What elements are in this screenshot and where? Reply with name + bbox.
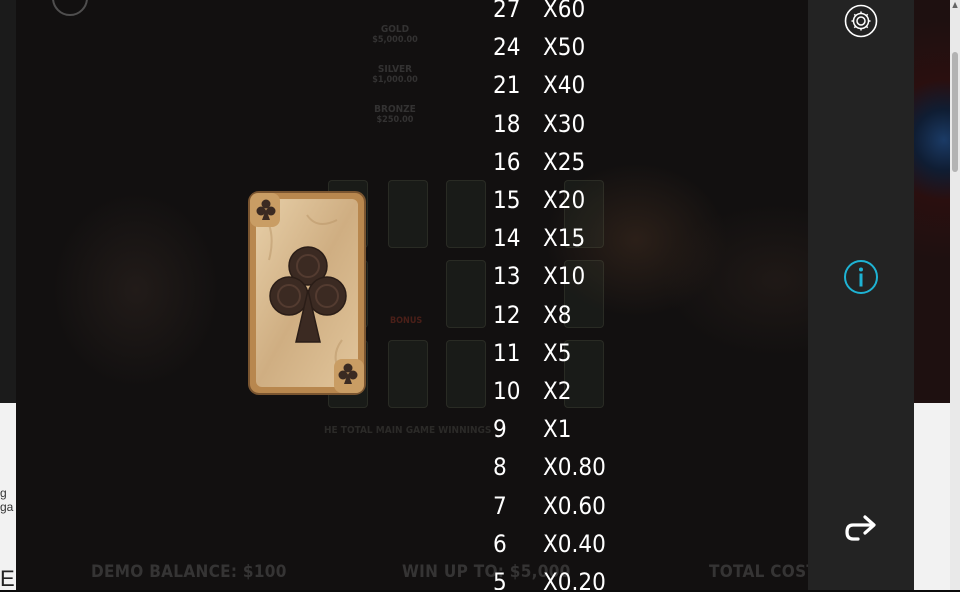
- symbol-count: 21: [493, 71, 521, 100]
- paytable-row: 11 X5: [493, 334, 572, 372]
- symbol-count: 6: [493, 529, 507, 558]
- reel-card: [388, 180, 428, 248]
- payout-multiplier: X60: [543, 0, 586, 23]
- payout-multiplier: X2: [543, 377, 572, 405]
- payout-multiplier: X1: [543, 415, 572, 444]
- payout-multiplier: X0.60: [543, 491, 606, 520]
- symbol-count: 13: [493, 262, 521, 291]
- demo-balance: DEMO BALANCE: $100: [91, 562, 287, 582]
- prize-silver: SILVER $1,000.00: [360, 64, 430, 85]
- paytable-row: 6 X0.40: [493, 525, 606, 563]
- bonus-label: BONUS: [390, 316, 423, 326]
- symbol-count: 12: [493, 300, 521, 329]
- symbol-count: 5: [493, 568, 507, 590]
- symbol-count: 24: [493, 33, 521, 62]
- control-strip: [808, 0, 914, 590]
- symbol-count: 8: [493, 453, 507, 482]
- page-background-left: g ga E: [0, 0, 16, 591]
- page-scrollbar[interactable]: ▲: [950, 0, 960, 590]
- reel-card: [446, 340, 486, 408]
- page-partial-text: g ga: [0, 486, 14, 514]
- payout-multiplier: X25: [543, 147, 586, 176]
- return-arrow-icon[interactable]: [844, 512, 878, 548]
- prize-value: $1,000.00: [372, 75, 418, 85]
- payout-multiplier: X0.80: [543, 453, 606, 482]
- paytable-row: 7 X0.60: [493, 487, 606, 525]
- paytable-row: 18 X30: [493, 105, 585, 143]
- paytable-row: 24 X50: [493, 28, 585, 66]
- club-card-symbol: [247, 190, 367, 396]
- payout-multiplier: X10: [543, 262, 586, 291]
- symbol-count: 9: [493, 415, 507, 444]
- paytable-row: 10 X2: [493, 372, 572, 410]
- prize-name: BRONZE: [374, 104, 416, 115]
- paytable-row: 12 X8: [493, 296, 572, 334]
- symbol-count: 7: [493, 491, 507, 520]
- symbol-count: 14: [493, 224, 521, 253]
- gear-icon[interactable]: [844, 4, 878, 38]
- symbol-count: 27: [493, 0, 521, 23]
- reel-card: [446, 180, 486, 248]
- paytable-row: 21 X40: [493, 66, 585, 104]
- symbol-count: 11: [493, 338, 521, 367]
- scroll-up-icon[interactable]: ▲: [950, 0, 960, 10]
- paytable-row: 13 X10: [493, 257, 585, 295]
- game-frame: GOLD $5,000.00 SILVER $1,000.00 BRONZE $…: [16, 0, 914, 590]
- prize-name: GOLD: [380, 24, 410, 35]
- symbol-count: 15: [493, 186, 521, 214]
- payout-multiplier: X0.40: [543, 529, 606, 558]
- payout-multiplier: X15: [543, 224, 586, 253]
- prize-bronze: BRONZE $250.00: [360, 104, 430, 125]
- paytable-row: 5 X0.20: [493, 563, 606, 590]
- payout-multiplier: X0.20: [543, 568, 606, 590]
- payout-multiplier: X40: [543, 71, 586, 100]
- payout-multiplier: X20: [543, 186, 586, 214]
- payout-multiplier: X8: [543, 300, 572, 329]
- prize-value: $5,000.00: [372, 35, 418, 45]
- paytable-row: 9 X1: [493, 410, 572, 448]
- prize-value: $250.00: [376, 115, 414, 125]
- paytable-row: 16 X25: [493, 143, 585, 181]
- side-artwork: [914, 0, 950, 403]
- prize-gold: GOLD $5,000.00: [360, 24, 430, 45]
- paytable-row: 14 X15: [493, 219, 585, 257]
- paytable-row: 15 X20: [493, 181, 585, 219]
- payout-multiplier: X50: [543, 33, 586, 62]
- symbol-count: 10: [493, 377, 521, 405]
- paytable-row: 27 X60: [493, 0, 585, 28]
- payout-multiplier: X30: [543, 109, 586, 138]
- scrollbar-thumb[interactable]: [952, 52, 958, 172]
- page-partial-glyph: E: [0, 566, 15, 591]
- symbol-count: 18: [493, 109, 521, 138]
- prize-name: SILVER: [377, 64, 413, 75]
- payout-multiplier: X5: [543, 338, 572, 367]
- total-winnings-label: HE TOTAL MAIN GAME WINNINGS: [324, 425, 492, 436]
- info-icon[interactable]: [843, 259, 879, 295]
- paytable-row: 8 X0.80: [493, 448, 606, 486]
- reel-card: [388, 340, 428, 408]
- reel-card: [446, 260, 486, 328]
- symbol-count: 16: [493, 147, 521, 176]
